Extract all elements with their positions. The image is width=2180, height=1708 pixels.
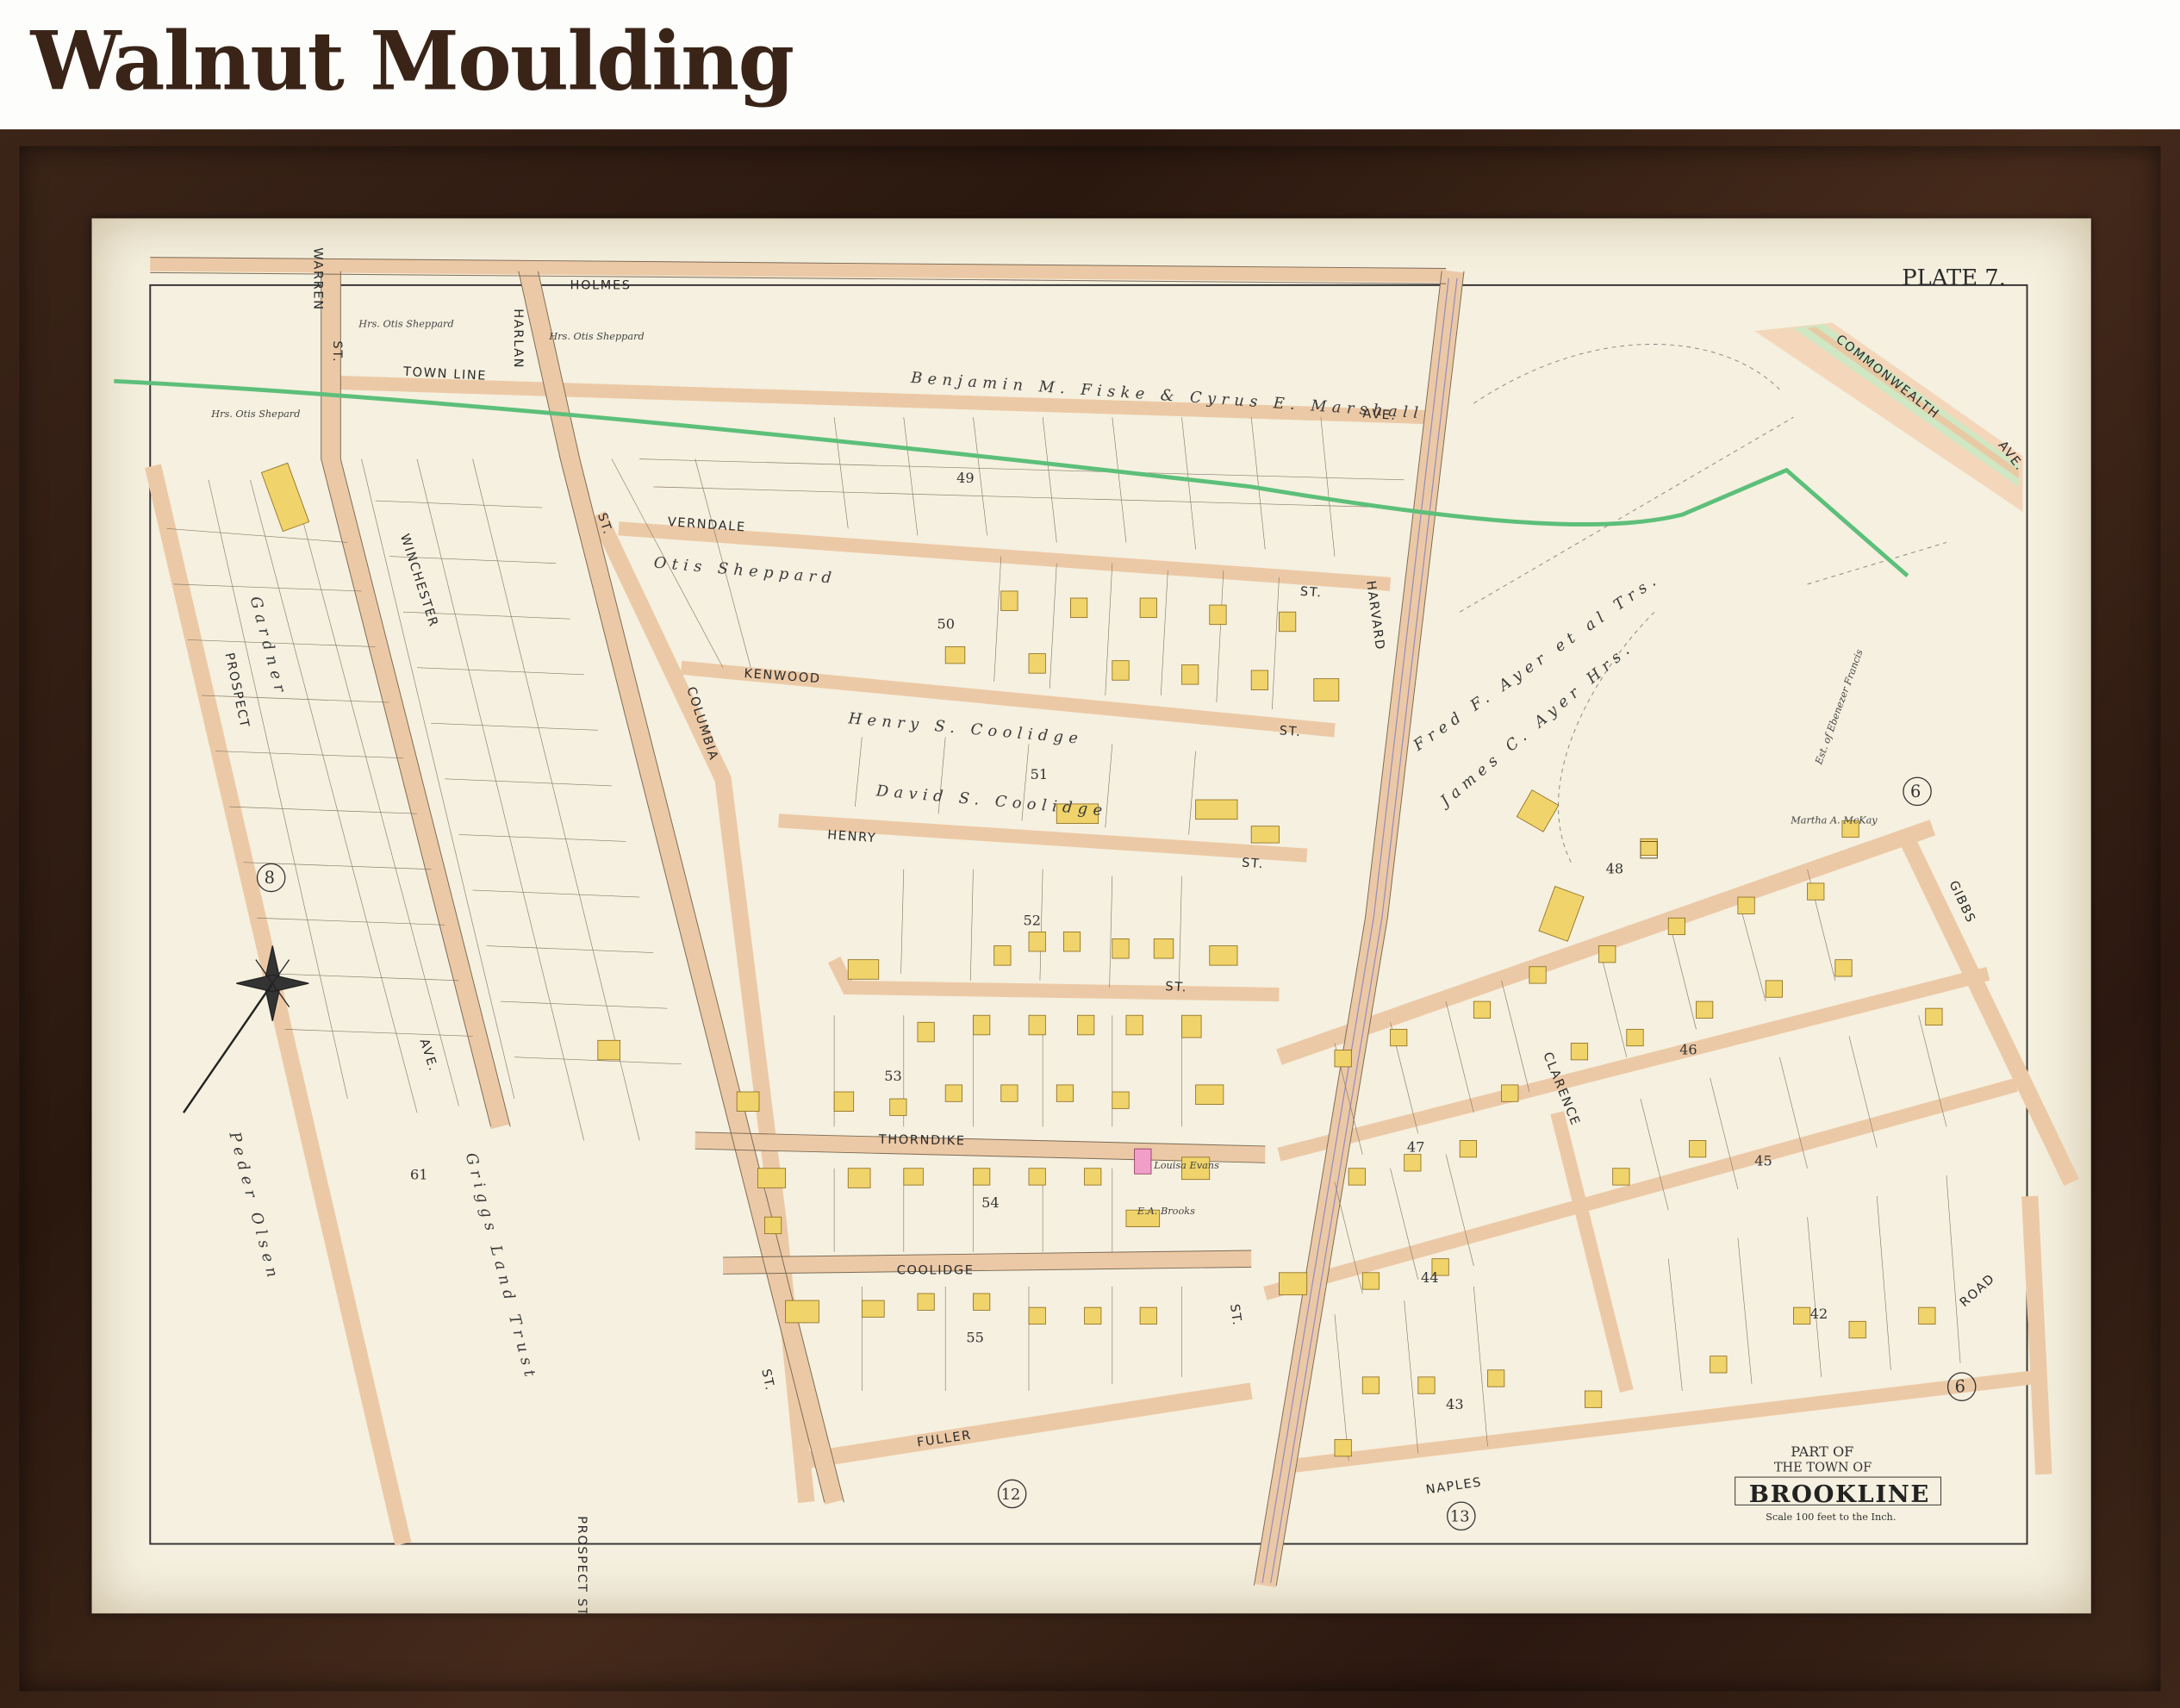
circled-12: 12 <box>997 1479 1027 1509</box>
block-number: 54 <box>981 1194 1000 1211</box>
label-warren-st: ST. <box>330 340 344 363</box>
block-number: 51 <box>1031 766 1049 782</box>
label-holmes: HOLMES <box>570 279 632 293</box>
label-columbia-st: ST. <box>758 1368 776 1393</box>
block-number: 49 <box>956 470 975 486</box>
owner-otis-2: Hrs. Otis Sheppard <box>548 331 644 342</box>
title-cartouche: PART OF THE TOWN OF BROOKLINE Scale 100 … <box>1735 1443 1941 1523</box>
label-winchester: WINCHESTER <box>397 533 440 630</box>
owner-peder: Peder Olsen <box>225 1130 282 1285</box>
owner-louisa: Louisa Evans <box>1153 1160 1219 1171</box>
label-warren: WARREN <box>311 247 325 310</box>
svg-text:12: 12 <box>1001 1487 1021 1504</box>
block-number: 43 <box>1446 1396 1464 1412</box>
brookline-map: PLATE 7. HOLMES WARREN ST. HARLAN TOWN L… <box>114 247 2079 1613</box>
label-st-generic: ST. <box>1165 980 1188 994</box>
label-kenwood: KENWOOD <box>744 667 821 686</box>
label-naples: NAPLES <box>1425 1475 1483 1497</box>
block-number: 47 <box>1407 1138 1425 1155</box>
svg-text:13: 13 <box>1450 1509 1470 1526</box>
block-number: 48 <box>1606 861 1624 877</box>
owner-henry-coolidge: Henry S. Coolidge <box>847 710 1084 748</box>
label-harvard-st: ST. <box>1227 1303 1243 1327</box>
svg-text:6: 6 <box>1910 782 1921 801</box>
label-prospect-st: PROSPECT ST. <box>575 1516 589 1613</box>
map-mat: PLATE 7. HOLMES WARREN ST. HARLAN TOWN L… <box>91 218 2091 1614</box>
block-number: 52 <box>1024 912 1042 928</box>
page-title: Walnut Moulding <box>30 14 794 109</box>
block-number: 50 <box>937 616 956 633</box>
label-winchester-ave: AVE. <box>416 1038 439 1074</box>
svg-text:THE TOWN OF: THE TOWN OF <box>1774 1462 1872 1475</box>
block-number: 45 <box>1754 1153 1772 1169</box>
svg-text:PART OF: PART OF <box>1791 1443 1853 1460</box>
svg-text:8: 8 <box>265 868 275 888</box>
label-thorndike: THORNDIKE <box>878 1133 966 1149</box>
owner-griggs-land: Griggs Land Trust <box>462 1151 539 1384</box>
svg-text:6: 6 <box>1955 1377 1965 1397</box>
owner-brooks: E.A. Brooks <box>1137 1206 1195 1217</box>
header-bar: Walnut Moulding <box>0 0 2180 130</box>
label-road: ROAD <box>1958 1272 1998 1311</box>
block-number: 61 <box>410 1167 428 1183</box>
svg-text:BROOKLINE: BROOKLINE <box>1749 1480 1930 1508</box>
label-henry-st: ST. <box>1242 857 1265 872</box>
label-henry: HENRY <box>827 828 877 845</box>
label-verndale-st: ST. <box>1299 585 1323 601</box>
block-number: 42 <box>1810 1306 1828 1322</box>
label-harlan: HARLAN <box>511 309 525 369</box>
label-kenwood-st: ST. <box>1279 724 1302 739</box>
circled-13: 13 <box>1447 1501 1476 1531</box>
svg-text:Scale 100 feet to the Inch.: Scale 100 feet to the Inch. <box>1766 1512 1896 1523</box>
owner-gardner: Gardner <box>246 595 290 699</box>
owner-otis-mid: Otis Sheppard <box>653 555 838 589</box>
circled-8: 8 <box>256 863 286 893</box>
label-harvard: HARVARD <box>1363 580 1386 651</box>
circled-6a: 6 <box>1903 776 1932 807</box>
block-number: 44 <box>1421 1269 1439 1286</box>
owner-mckay: Martha A. McKay <box>1790 814 1878 826</box>
label-coolidge: COOLIDGE <box>897 1263 975 1277</box>
owner-otis-shepard: Hrs. Otis Shepard <box>210 408 300 420</box>
owner-otis-1: Hrs. Otis Sheppard <box>358 318 453 329</box>
owner-francis: Est. of Ebenezer Francis <box>1813 648 1865 767</box>
block-number: 46 <box>1679 1041 1697 1057</box>
block-number: 55 <box>966 1330 984 1346</box>
walnut-frame: PLATE 7. HOLMES WARREN ST. HARLAN TOWN L… <box>0 129 2180 1708</box>
label-prospect: PROSPECT <box>221 651 251 730</box>
plate-label: PLATE 7. <box>1902 265 2006 291</box>
block-number: 53 <box>884 1068 902 1084</box>
owner-david-coolidge: David S. Coolidge <box>875 782 1108 820</box>
